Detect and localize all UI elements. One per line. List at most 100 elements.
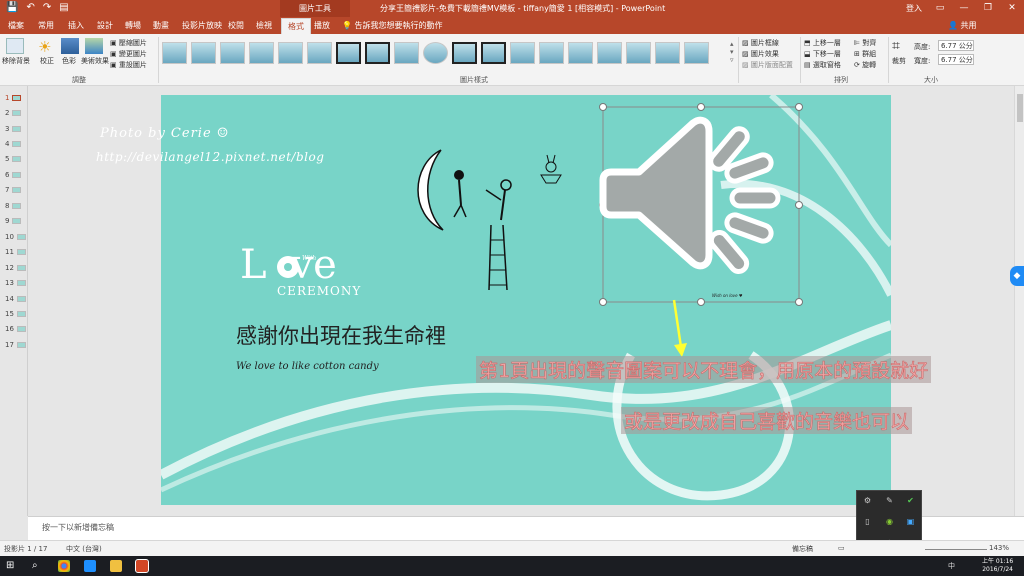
picture-border-button[interactable]: ▨ 圖片框線 bbox=[742, 38, 779, 48]
tab-file[interactable]: 檔案 bbox=[8, 20, 24, 31]
picture-effects-button[interactable]: ▨ 圖片效果 bbox=[742, 49, 779, 59]
rotate-button[interactable]: ⟳ 旋轉 bbox=[854, 60, 876, 70]
clock[interactable]: 上午 01:16 2016/7/24 bbox=[982, 558, 1013, 574]
picture-style-thumb[interactable] bbox=[568, 42, 593, 64]
slide-script-text[interactable]: We love to like cotton candy bbox=[236, 361, 379, 372]
remove-background-icon[interactable] bbox=[6, 38, 24, 54]
picture-style-thumb[interactable] bbox=[684, 42, 709, 64]
file-explorer-icon[interactable] bbox=[110, 560, 122, 572]
slide-thumbnail[interactable]: 17 bbox=[5, 339, 26, 351]
normal-view-icon[interactable]: ▭ bbox=[838, 544, 845, 552]
artistic-effects-button[interactable]: 美術效果 bbox=[81, 56, 109, 66]
ime-indicator[interactable]: 中 bbox=[948, 561, 955, 571]
picture-style-thumb[interactable] bbox=[307, 42, 332, 64]
height-field[interactable]: 6.77 公分 bbox=[938, 40, 974, 51]
color-icon[interactable] bbox=[61, 38, 79, 54]
notes-toggle-button[interactable]: 備忘稿 bbox=[792, 544, 813, 554]
slide-thumbnail[interactable]: 10 bbox=[5, 231, 26, 243]
language-indicator[interactable]: 中文 (台灣) bbox=[66, 544, 102, 554]
change-picture-button[interactable]: ▣ 變更圖片 bbox=[110, 49, 147, 59]
artistic-effects-icon[interactable] bbox=[85, 38, 103, 54]
tab-format[interactable]: 格式 bbox=[281, 18, 311, 34]
slide-thumbnail[interactable]: 12 bbox=[5, 262, 26, 274]
slide-thumbnail[interactable]: 5 bbox=[5, 153, 22, 165]
tell-me-search[interactable]: 💡 告訴我您想要執行的動作 bbox=[342, 20, 443, 31]
redo-icon[interactable]: ↷ bbox=[43, 2, 51, 13]
picture-style-thumb[interactable] bbox=[162, 42, 187, 64]
nvidia-icon[interactable]: ◉ bbox=[885, 517, 894, 526]
tab-animations[interactable]: 動畫 bbox=[153, 20, 169, 31]
tab-insert[interactable]: 插入 bbox=[68, 20, 84, 31]
picture-style-thumb[interactable] bbox=[510, 42, 535, 64]
picture-style-thumb[interactable] bbox=[539, 42, 564, 64]
tab-design[interactable]: 設計 bbox=[97, 20, 113, 31]
share-button[interactable]: 👤 共用 bbox=[948, 20, 977, 31]
corrections-button[interactable]: 校正 bbox=[40, 56, 54, 66]
dropbox-icon[interactable]: ◆ bbox=[1010, 266, 1024, 286]
picture-style-thumb[interactable] bbox=[365, 42, 390, 64]
slide-thumbnail[interactable]: 8 bbox=[5, 200, 22, 212]
gallery-scroll-icon[interactable]: ▴ ▾ ▿ bbox=[730, 40, 734, 64]
slide-thumbnail[interactable]: 4 bbox=[5, 138, 22, 150]
slide-thumbnail[interactable]: 14 bbox=[5, 293, 26, 305]
sign-in-link[interactable]: 登入 bbox=[906, 3, 922, 14]
compress-pictures-button[interactable]: ▣ 壓縮圖片 bbox=[110, 38, 147, 48]
minimize-button[interactable]: — bbox=[952, 0, 976, 17]
picture-style-thumb[interactable] bbox=[220, 42, 245, 64]
picture-style-thumb[interactable] bbox=[336, 42, 361, 64]
zoom-slider[interactable] bbox=[925, 549, 987, 550]
search-icon[interactable]: ⌕ bbox=[32, 560, 44, 572]
tab-review[interactable]: 校閱 bbox=[228, 20, 244, 31]
picture-style-thumb[interactable] bbox=[597, 42, 622, 64]
tab-transitions[interactable]: 轉場 bbox=[125, 20, 141, 31]
picture-style-thumb[interactable] bbox=[394, 42, 419, 64]
tab-home[interactable]: 常用 bbox=[38, 20, 54, 31]
app-tray-icon[interactable]: ⚙ bbox=[863, 496, 872, 505]
tab-view[interactable]: 檢視 bbox=[256, 20, 272, 31]
remove-background-button[interactable]: 移除背景 bbox=[2, 56, 30, 66]
slide-thumbnail[interactable]: 2 bbox=[5, 107, 22, 119]
picture-style-thumb[interactable] bbox=[249, 42, 274, 64]
slide-heading[interactable]: 感謝你出現在我生命裡 bbox=[236, 320, 446, 350]
powerpoint-icon[interactable] bbox=[135, 559, 149, 573]
crop-button[interactable]: 裁剪 bbox=[892, 56, 906, 66]
picture-style-thumb[interactable] bbox=[481, 42, 506, 64]
app-tray-icon[interactable]: ▣ bbox=[906, 517, 915, 526]
slide-thumbnail[interactable]: 7 bbox=[5, 184, 22, 196]
align-button[interactable]: ⊫ 對齊 bbox=[854, 38, 876, 48]
corrections-icon[interactable]: ☀ bbox=[38, 38, 56, 56]
picture-style-thumb[interactable] bbox=[655, 42, 680, 64]
slide-thumbnail[interactable]: 11 bbox=[5, 246, 26, 258]
close-button[interactable]: ✕ bbox=[1000, 0, 1024, 17]
selection-pane-button[interactable]: ▤ 選取窗格 bbox=[804, 60, 841, 70]
maximize-button[interactable]: ❐ bbox=[976, 0, 1000, 17]
reset-picture-button[interactable]: ▣ 重設圖片 bbox=[110, 60, 147, 70]
slide-thumbnail[interactable]: 3 bbox=[5, 123, 22, 135]
tab-slideshow[interactable]: 投影片放映 bbox=[182, 20, 222, 31]
edge-icon[interactable] bbox=[84, 560, 96, 572]
slide-thumbnail[interactable]: 15 bbox=[5, 308, 26, 320]
slide-thumbnail[interactable]: 16 bbox=[5, 323, 26, 335]
picture-style-thumb[interactable] bbox=[191, 42, 216, 64]
slide-thumbnail[interactable]: 13 bbox=[5, 277, 26, 289]
picture-style-thumb[interactable] bbox=[423, 42, 448, 64]
check-icon[interactable]: ✔ bbox=[906, 496, 915, 505]
app-tray-icon[interactable]: ✎ bbox=[885, 496, 894, 505]
slide-thumbnail[interactable]: 6 bbox=[5, 169, 22, 181]
bring-forward-button[interactable]: ⬒ 上移一層 bbox=[804, 38, 841, 48]
present-icon[interactable]: ▤ bbox=[59, 2, 68, 13]
vertical-scrollbar[interactable] bbox=[1014, 86, 1024, 516]
picture-style-thumb[interactable] bbox=[452, 42, 477, 64]
crop-icon[interactable]: ⌗ bbox=[892, 38, 910, 54]
save-icon[interactable]: 💾 bbox=[6, 2, 18, 13]
send-backward-button[interactable]: ⬓ 下移一層 bbox=[804, 49, 841, 59]
picture-layout-button[interactable]: ▨ 圖片版面配置 bbox=[742, 60, 793, 70]
tab-playback[interactable]: 播放 bbox=[314, 20, 330, 31]
app-tray-icon[interactable]: ▯ bbox=[863, 517, 872, 526]
slide-thumbnail[interactable]: 1 bbox=[5, 92, 22, 104]
picture-style-thumb[interactable] bbox=[626, 42, 651, 64]
start-icon[interactable]: ⊞ bbox=[6, 560, 18, 572]
color-button[interactable]: 色彩 bbox=[62, 56, 76, 66]
picture-style-thumb[interactable] bbox=[278, 42, 303, 64]
scrollbar-thumb[interactable] bbox=[1017, 94, 1023, 122]
